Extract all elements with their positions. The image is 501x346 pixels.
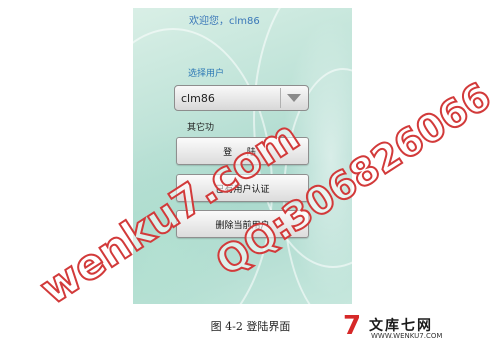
chevron-down-icon[interactable] xyxy=(280,88,306,108)
logo-url: WWW.WENKU7.COM xyxy=(371,332,443,340)
logo-mark: 7 xyxy=(343,311,362,341)
other-functions-label: 其它功 xyxy=(187,123,215,133)
user-select-value: clm86 xyxy=(181,92,215,105)
select-user-label: 选择用户 xyxy=(188,69,225,79)
user-select[interactable]: clm86 xyxy=(174,85,309,111)
site-logo: 7 文库七网 WWW.WENKU7.COM xyxy=(343,313,493,343)
welcome-text: 欢迎您，clm86 xyxy=(189,16,260,27)
